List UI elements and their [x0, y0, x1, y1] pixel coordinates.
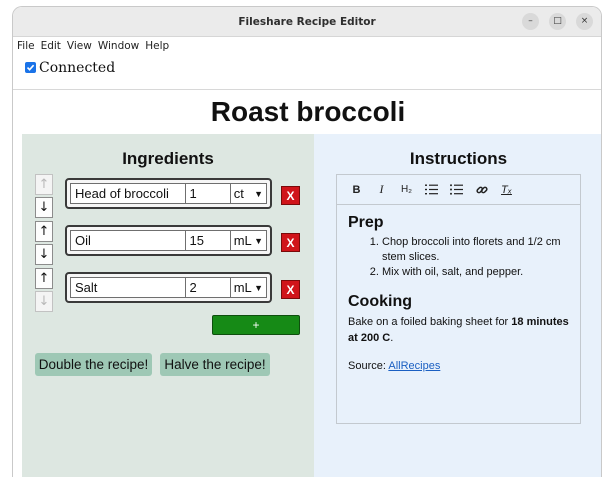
list-item: Mix with oil, salt, and pepper. — [382, 265, 569, 280]
move-down-button[interactable]: ↓ — [35, 244, 53, 265]
menu-edit[interactable]: Edit — [41, 40, 61, 52]
unit-value: ct — [233, 186, 244, 201]
delete-ingredient-button[interactable]: X — [281, 280, 300, 299]
maximize-button[interactable]: □ — [549, 13, 566, 30]
list-item: Chop broccoli into florets and 1/2 cm st… — [382, 235, 569, 265]
ingredient-row: ↑ ↓ Salt 2 mL ▼ X — [22, 268, 314, 312]
bold-icon[interactable]: B — [347, 181, 366, 199]
window-title: Fileshare Recipe Editor — [238, 15, 376, 28]
prep-steps: Chop broccoli into florets and 1/2 cm st… — [348, 235, 569, 280]
recipe-title: Roast broccoli — [210, 96, 406, 127]
ingredient-row: ↑ ↓ Oil 15 mL ▼ X — [22, 221, 314, 265]
unit-value: mL — [233, 280, 252, 295]
title-bar: Fileshare Recipe Editor – □ × — [13, 7, 601, 37]
menu-file[interactable]: File — [17, 40, 35, 52]
move-up-button[interactable]: ↑ — [35, 221, 53, 242]
ingredients-heading: Ingredients — [122, 149, 214, 168]
clear-format-icon[interactable]: Tₓ — [497, 181, 516, 199]
ingredient-qty-input[interactable]: 15 — [185, 230, 231, 251]
ingredient-unit-select[interactable]: mL ▼ — [230, 277, 267, 298]
ingredient-name-input[interactable]: Salt — [70, 277, 186, 298]
recipe-app: Roast broccoli Ingredients ↑ ↓ Head of b… — [13, 89, 601, 477]
ingredient-row: ↑ ↓ Head of broccoli 1 ct ▼ X — [22, 174, 314, 218]
window-controls: – □ × — [522, 13, 593, 30]
source-label: Source: — [348, 360, 389, 372]
delete-ingredient-button[interactable]: X — [281, 233, 300, 252]
menu-help[interactable]: Help — [145, 40, 169, 52]
halve-recipe-button[interactable]: Halve the recipe! — [160, 353, 270, 376]
delete-ingredient-button[interactable]: X — [281, 186, 300, 205]
cooking-paragraph: Bake on a foiled baking sheet for 18 min… — [348, 314, 569, 346]
instructions-heading: Instructions — [409, 149, 508, 168]
cooking-text: Bake on a foiled baking sheet for — [348, 316, 512, 328]
panes: Ingredients ↑ ↓ Head of broccoli 1 ct ▼ — [22, 134, 601, 477]
connected-label: Connected — [39, 59, 116, 76]
unit-value: mL — [233, 233, 252, 248]
connection-status: Connected — [13, 55, 601, 80]
reorder-controls: ↑ ↓ — [35, 268, 53, 312]
source-link[interactable]: AllRecipes — [388, 360, 440, 372]
chevron-down-icon: ▼ — [254, 188, 263, 199]
ordered-list-icon[interactable] — [422, 181, 441, 199]
link-icon[interactable] — [472, 181, 491, 199]
instructions-pane: Instructions B I H₂ Tₓ Prep 1. Chop broc… — [314, 134, 601, 477]
ingredient-unit-select[interactable]: mL ▼ — [230, 230, 267, 251]
cooking-heading: Cooking — [348, 293, 412, 310]
minimize-button[interactable]: – — [522, 13, 539, 30]
ingredient-name-input[interactable]: Head of broccoli — [70, 183, 186, 204]
editor-toolbar: B I H₂ Tₓ — [337, 175, 580, 205]
move-down-button[interactable]: ↓ — [35, 291, 53, 312]
ingredients-pane: Ingredients ↑ ↓ Head of broccoli 1 ct ▼ — [22, 134, 314, 477]
heading-icon[interactable]: H₂ — [397, 181, 416, 199]
editor-content[interactable]: Prep Chop broccoli into florets and 1/2 … — [337, 205, 580, 383]
reorder-controls: ↑ ↓ — [35, 174, 53, 218]
cooking-end: . — [390, 332, 394, 344]
ingredient-fields: Salt 2 mL ▼ — [65, 272, 272, 303]
rich-text-editor[interactable]: B I H₂ Tₓ Prep 1. Chop broccoli into flo… — [336, 174, 581, 424]
ingredient-unit-select[interactable]: ct ▼ — [230, 183, 267, 204]
menu-bar: File Edit View Window Help — [13, 37, 601, 55]
connected-checkbox[interactable] — [25, 62, 36, 73]
move-up-button[interactable]: ↑ — [35, 268, 53, 289]
ingredient-qty-input[interactable]: 2 — [185, 277, 231, 298]
bullet-list-icon[interactable] — [447, 181, 466, 199]
add-ingredient-button[interactable]: + — [212, 315, 300, 335]
source-paragraph: Source: AllRecipes — [348, 358, 569, 374]
move-up-button[interactable]: ↑ — [35, 174, 53, 195]
reorder-controls: ↑ ↓ — [35, 221, 53, 265]
menu-window[interactable]: Window — [98, 40, 139, 52]
close-button[interactable]: × — [576, 13, 593, 30]
ingredient-name-input[interactable]: Oil — [70, 230, 186, 251]
chevron-down-icon: ▼ — [254, 235, 263, 246]
move-down-button[interactable]: ↓ — [35, 197, 53, 218]
ingredient-fields: Head of broccoli 1 ct ▼ — [65, 178, 272, 209]
ingredient-fields: Oil 15 mL ▼ — [65, 225, 272, 256]
chevron-down-icon: ▼ — [254, 282, 263, 293]
double-recipe-button[interactable]: Double the recipe! — [35, 353, 152, 376]
prep-heading: Prep — [348, 214, 384, 231]
italic-icon[interactable]: I — [372, 181, 391, 199]
menu-view[interactable]: View — [67, 40, 92, 52]
app-window: Fileshare Recipe Editor – □ × File Edit … — [12, 6, 602, 477]
ingredient-qty-input[interactable]: 1 — [185, 183, 231, 204]
